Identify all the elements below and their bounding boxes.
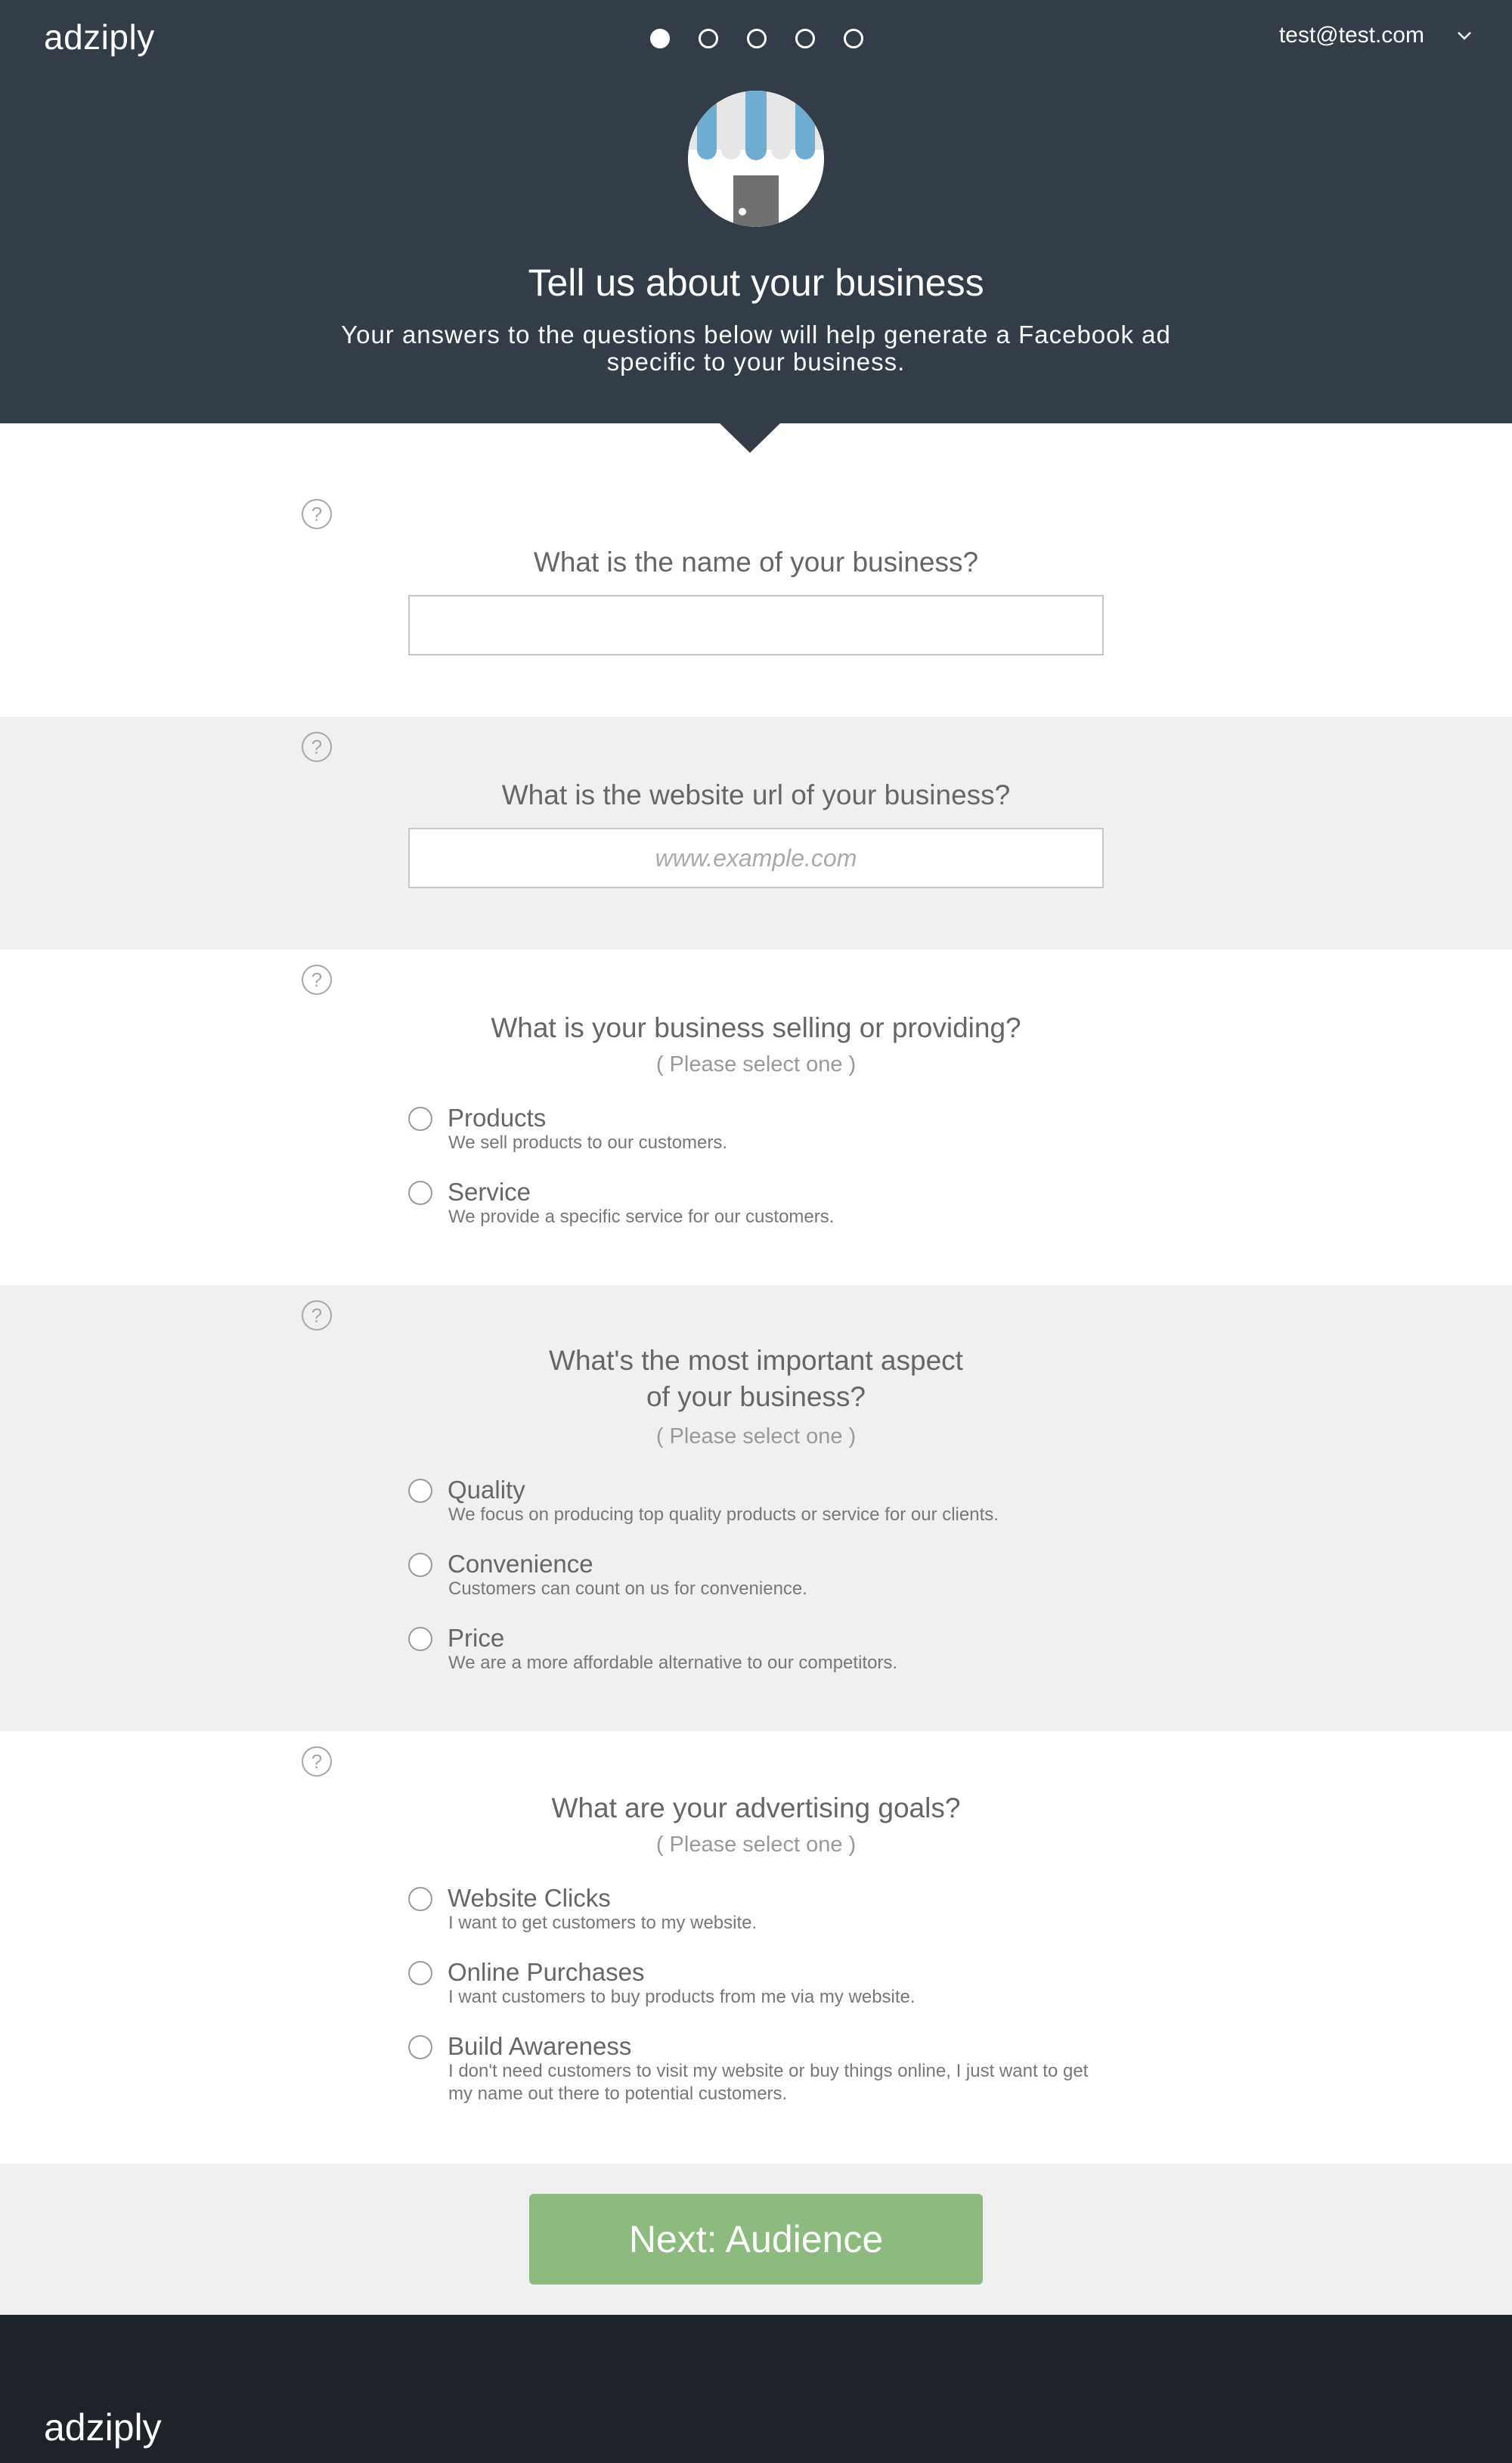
option-description: I want customers to buy products from me… [448,1987,916,2007]
question-website: What is the website url of your business… [501,779,1011,810]
option-label[interactable]: Products [448,1104,546,1132]
section-goals: ? What are your advertising goals? ( Ple… [0,1731,1512,2164]
footer: adziply [0,2315,1512,2463]
page-title: Tell us about your business [528,262,984,304]
business-name-input[interactable] [408,595,1104,655]
logo[interactable]: adziply [44,17,155,57]
header: adziply test@test.com Tell us about your… [0,0,1512,423]
chevron-down-icon[interactable] [1456,27,1473,44]
radio-button[interactable] [408,1479,432,1503]
radio-button[interactable] [408,1553,432,1577]
page-subtitle: Your answers to the questions below will… [341,321,1171,376]
website-url-input[interactable] [408,828,1104,888]
option-description: Customers can count on us for convenienc… [448,1578,807,1599]
section-business-name: ? What is the name of your business? [0,423,1512,717]
select-one-hint: ( Please select one ) [655,1052,857,1077]
progress-steps [650,29,863,48]
option-description: We sell products to our customers. [448,1132,728,1153]
help-icon[interactable]: ? [302,499,332,529]
option-label[interactable]: Price [448,1624,504,1653]
step-dot-3 [747,29,767,48]
step-dot-2 [699,29,718,48]
next-audience-button[interactable]: Next: Audience [529,2194,983,2285]
option-description: We focus on producing top quality produc… [448,1504,999,1525]
select-one-hint: ( Please select one ) [655,1424,857,1448]
section-selling: ? What is your business selling or provi… [0,950,1512,1285]
storefront-icon [688,91,824,227]
radio-button[interactable] [408,1961,432,1985]
option-label[interactable]: Convenience [448,1550,593,1578]
radio-button[interactable] [408,1181,432,1205]
help-icon[interactable]: ? [302,965,332,995]
step-dot-1 [650,29,670,48]
help-icon[interactable]: ? [302,732,332,762]
option-description: I want to get customers to my website. [448,1913,758,1933]
user-email[interactable]: test@test.com [1279,23,1424,48]
option-label[interactable]: Quality [448,1476,525,1504]
section-aspect: ? What's the most important aspect of yo… [0,1285,1512,1731]
section-website: ? What is the website url of your busine… [0,717,1512,950]
option-description: I don't need customers to visit my websi… [448,2061,1089,2104]
footer-logo[interactable]: adziply [44,2406,162,2449]
step-dot-4 [795,29,815,48]
user-menu[interactable]: test@test.com [1279,23,1473,48]
question-selling: What is your business selling or providi… [491,1012,1021,1043]
option-label[interactable]: Website Clicks [448,1884,611,1913]
question-goals: What are your advertising goals? [551,1792,961,1823]
next-button-area: Next: Audience [0,2164,1512,2315]
option-label[interactable]: Service [448,1178,531,1207]
radio-button[interactable] [408,1627,432,1651]
help-icon[interactable]: ? [302,1746,332,1777]
question-business-name: What is the name of your business? [533,547,979,578]
option-description: We provide a specific service for our cu… [448,1207,835,1227]
step-dot-5 [844,29,863,48]
radio-button[interactable] [408,1887,432,1911]
option-label[interactable]: Online Purchases [448,1958,644,1987]
option-description: We are a more affordable alternative to … [448,1653,898,1673]
header-notch [719,423,781,453]
select-one-hint: ( Please select one ) [655,1833,857,1857]
question-aspect-line2: of your business? [646,1381,866,1412]
help-icon[interactable]: ? [302,1300,332,1331]
question-aspect-line1: What's the most important aspect [549,1345,963,1376]
option-label[interactable]: Build Awareness [448,2032,631,2061]
radio-button[interactable] [408,2035,432,2059]
radio-button[interactable] [408,1107,432,1131]
